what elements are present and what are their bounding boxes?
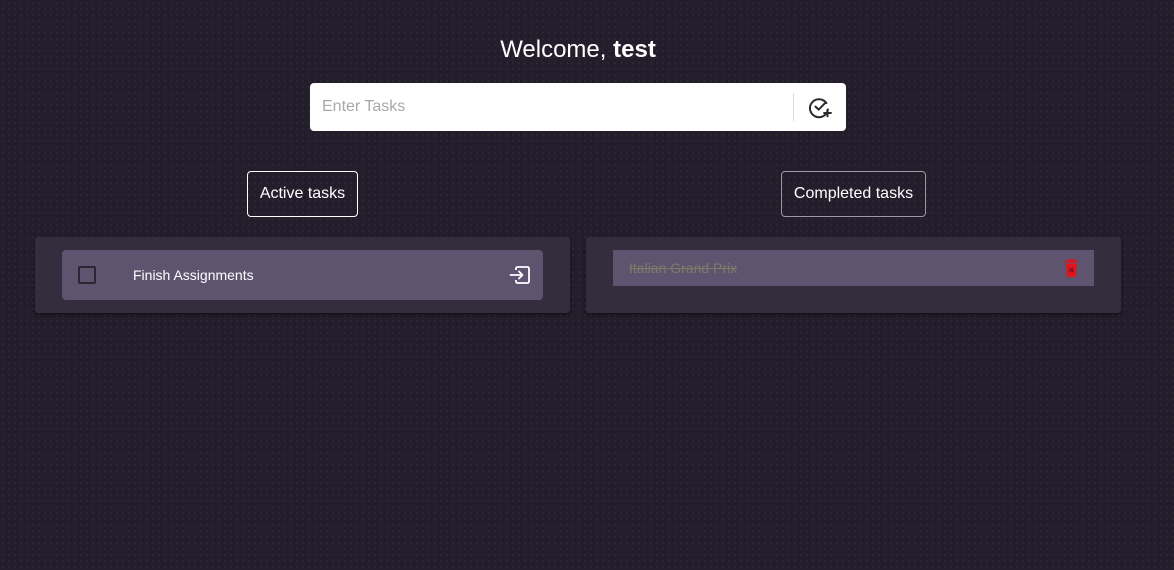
- active-tasks-panel: Finish Assignments: [35, 237, 570, 313]
- active-task-item: Finish Assignments: [62, 250, 543, 300]
- active-tasks-button[interactable]: Active tasks: [247, 171, 358, 217]
- completed-task-label: Italian Grand Prix: [629, 260, 738, 276]
- active-task-label: Finish Assignments: [133, 267, 254, 283]
- delete-icon[interactable]: [1064, 259, 1079, 277]
- task-input-container: [310, 83, 846, 131]
- welcome-greeting: Welcome,: [500, 36, 607, 63]
- completed-tasks-panel: Italian Grand Prix: [586, 237, 1121, 313]
- move-to-completed-icon[interactable]: [509, 265, 531, 285]
- task-checkbox[interactable]: [78, 266, 96, 284]
- welcome-username: test: [613, 36, 656, 63]
- welcome-heading: Welcome, test: [0, 35, 1156, 65]
- add-task-button[interactable]: [794, 83, 846, 131]
- check-circle-plus-icon: [809, 98, 832, 119]
- completed-tasks-button[interactable]: Completed tasks: [781, 171, 926, 217]
- completed-task-item: Italian Grand Prix: [613, 250, 1094, 286]
- task-input[interactable]: [310, 83, 793, 131]
